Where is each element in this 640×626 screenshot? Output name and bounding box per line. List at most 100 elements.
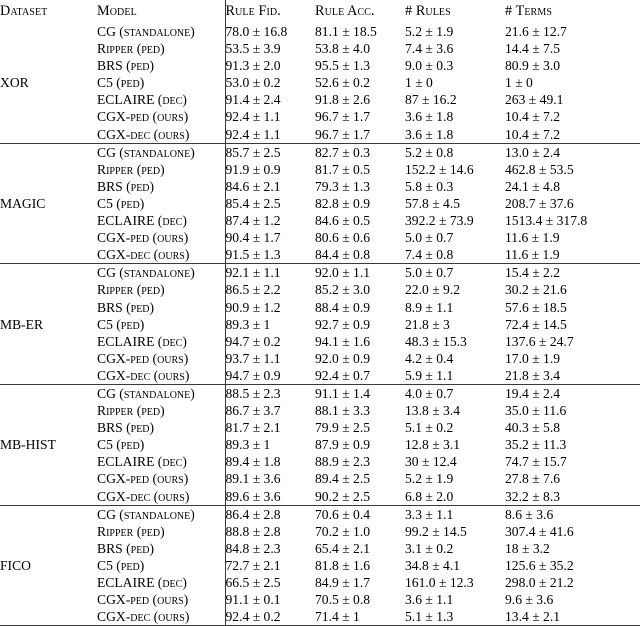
- cell-num-terms: 27.8 ± 7.6: [505, 471, 561, 487]
- model-name-base: C5: [97, 316, 113, 332]
- model-name-head: CGX-: [97, 126, 131, 142]
- model-name-head: CGX-: [97, 109, 131, 125]
- model-name: ECLAIRE (dec): [97, 453, 225, 470]
- model-name: BRS (ped): [97, 419, 225, 436]
- cell-rule-acc: 85.2 ± 3.0: [315, 282, 371, 298]
- dataset-spacer: [0, 57, 97, 74]
- model-variant-suffix: (standalone): [119, 144, 195, 160]
- model-name-head: CGX-: [97, 367, 131, 383]
- dataset-spacer: [0, 142, 97, 161]
- cell-num-terms: 263 ± 49.1: [505, 92, 564, 108]
- cell-num-terms: 30.2 ± 21.6: [505, 282, 567, 298]
- cell-num-terms: 17.0 ± 1.9: [505, 350, 561, 366]
- model-name-tail: ped: [130, 350, 150, 366]
- dataset-spacer: [0, 212, 97, 229]
- cell-rule-fid: 90.4 ± 1.7: [224, 229, 315, 247]
- model-name: CGX-dec (ours): [97, 246, 225, 264]
- dataset-spacer: [0, 574, 97, 591]
- model-name: C5 (ped): [97, 436, 225, 453]
- cell-num-rules: 5.0 ± 0.7: [405, 230, 454, 246]
- header-row: Dataset Model Rule Fid. Rule Acc. # Rule…: [0, 0, 640, 23]
- cell-num-rules: 5.2 ± 1.9: [405, 471, 454, 487]
- dataset-spacer: [0, 453, 97, 470]
- cell-rule-fid: 91.5 ± 1.3: [224, 246, 315, 264]
- model-name-base: CGX-ped: [97, 109, 149, 124]
- model-name-tail: dec: [130, 488, 151, 504]
- table-row: CGX-ped (ours) 90.4 ± 1.7 80.6 ± 0.6 5.0 ± …: [0, 229, 640, 247]
- cell-rule-acc: 53.8 ± 4.0: [315, 41, 371, 57]
- cell-num-terms: 307.4 ± 41.6: [505, 523, 574, 539]
- table-row: CG (standalone) 92.1 ± 1.1 92.0 ± 1.1 5.0 ±…: [0, 263, 640, 282]
- cell-num-rules: 5.0 ± 0.7: [405, 263, 505, 282]
- table-row: CG (standalone) 86.4 ± 2.8 70.6 ± 0.4 3.3 ±…: [0, 504, 640, 523]
- model-variant-suffix: (ped): [126, 540, 155, 556]
- model-name-base: C5: [97, 557, 113, 573]
- model-name-base: CGX-ped: [97, 592, 149, 607]
- dataset-spacer: [0, 504, 97, 523]
- model-name-base: C5: [97, 75, 113, 91]
- model-name: CGX-dec (ours): [97, 126, 225, 144]
- column-header-model: Model: [97, 3, 137, 19]
- cell-num-rules: 13.8 ± 3.4: [405, 403, 461, 419]
- column-header-rule-acc: Rule Acc.: [315, 3, 375, 19]
- cell-num-terms: 21.8 ± 3.4: [505, 367, 561, 383]
- cell-rule-fid: 88.8 ± 2.8: [224, 522, 315, 540]
- cell-num-terms: 13.4 ± 2.1: [505, 608, 640, 626]
- model-name-base: C5: [97, 195, 113, 211]
- table-row: Ripper (ped) 91.9 ± 0.9 81.7 ± 0.5 152.2 ± …: [0, 160, 640, 178]
- model-name: CGX-dec (ours): [97, 488, 225, 506]
- cell-num-rules: 87 ± 16.2: [405, 92, 457, 108]
- dataset-spacer: [0, 299, 97, 316]
- column-header-num-rules: # Rules: [405, 3, 451, 19]
- model-name: CGX-ped (ours): [97, 108, 225, 125]
- cell-num-terms: 80.9 ± 3.0: [505, 58, 561, 74]
- model-variant-suffix: (ped): [136, 523, 165, 539]
- table-row: MB-ER C5 (ped) 89.3 ± 1 92.7 ± 0.9 21.8 ± 37…: [0, 315, 640, 333]
- model-variant-suffix: (dec): [157, 333, 187, 349]
- cell-rule-acc: 88.4 ± 0.9: [315, 299, 371, 315]
- model-name-tail: dec: [130, 126, 151, 142]
- model-variant-suffix: (ped): [136, 161, 165, 177]
- model-name: C5 (ped): [97, 195, 225, 212]
- dataset-label: XOR: [0, 75, 29, 91]
- dataset-spacer: [0, 419, 97, 436]
- model-name: Ripper (ped): [97, 281, 225, 298]
- model-name-base: CG: [97, 265, 116, 281]
- table-row: CGX-ped (ours) 91.1 ± 0.1 70.5 ± 0.8 3.6 ± …: [0, 591, 640, 609]
- cell-rule-acc: 65.4 ± 2.1: [315, 540, 371, 556]
- table-row: Ripper (ped) 86.7 ± 3.7 88.1 ± 3.3 13.8 ± 3…: [0, 402, 640, 420]
- cell-rule-fid: 85.4 ± 2.5: [224, 194, 315, 213]
- table-header: Dataset Model Rule Fid. Rule Acc. # Rule…: [0, 0, 640, 23]
- model-variant-suffix: (standalone): [119, 265, 195, 281]
- table-row: CG (standalone) 78.0 ± 16.8 81.1 ± 18.5 5.2…: [0, 23, 640, 41]
- cell-rule-fid: 91.1 ± 0.1: [224, 591, 315, 609]
- cell-rule-fid: 92.4 ± 1.1: [224, 125, 315, 144]
- cell-rule-fid: 89.3 ± 1: [224, 315, 315, 333]
- dataset-spacer: [0, 91, 97, 108]
- model-name-head: CGX-: [97, 592, 131, 608]
- cell-num-terms: 35.0 ± 11.6: [505, 403, 567, 419]
- model-variant-suffix: (ours): [153, 126, 190, 142]
- dataset-label: MB-ER: [0, 316, 44, 332]
- cell-num-rules: 5.1 ± 0.2: [405, 420, 454, 436]
- model-variant-suffix: (ours): [152, 471, 189, 487]
- model-variant-suffix: (ped): [116, 75, 145, 91]
- cell-num-terms: 1513.4 ± 317.8: [505, 213, 588, 229]
- dataset-spacer: [0, 126, 97, 144]
- cell-num-terms: 24.1 ± 4.8: [505, 178, 561, 194]
- cell-rule-acc: 82.8 ± 0.9: [315, 195, 371, 211]
- dataset-spacer: [0, 40, 97, 57]
- cell-rule-fid: 89.6 ± 3.6: [224, 487, 315, 506]
- model-name-base: Ripper: [97, 403, 134, 419]
- model-name-base: CGX-dec: [97, 127, 150, 142]
- dataset-spacer: [0, 161, 97, 178]
- dataset-spacer: [0, 263, 97, 282]
- cell-num-rules: 5.9 ± 1.1: [405, 367, 454, 383]
- cell-num-rules: 392.2 ± 73.9: [405, 213, 474, 229]
- table-row: FICO C5 (ped) 72.7 ± 2.1 81.8 ± 1.6 34.8 ± 4…: [0, 556, 640, 574]
- model-variant-suffix: (ours): [152, 109, 189, 125]
- cell-num-terms: 8.6 ± 3.6: [505, 504, 640, 523]
- model-name-base: CG: [97, 385, 116, 401]
- table-row: ECLAIRE (dec) 94.7 ± 0.2 94.1 ± 1.6 48.3 ± …: [0, 332, 640, 350]
- cell-rule-fid: 92.4 ± 0.2: [224, 608, 315, 626]
